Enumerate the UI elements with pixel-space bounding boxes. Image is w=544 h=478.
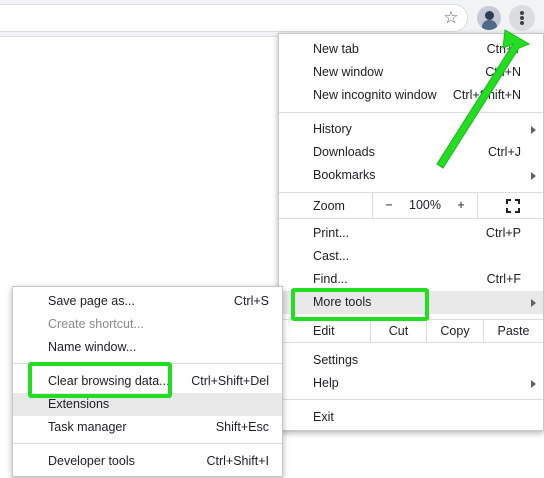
menu-item-label: Bookmarks <box>313 168 376 182</box>
submenu-separator <box>13 443 282 444</box>
submenu-item-developer-tools[interactable]: Developer tools Ctrl+Shift+I <box>13 450 282 473</box>
zoom-row: Zoom − 100% + <box>279 192 543 219</box>
menu-item-shortcut: Ctrl+N <box>485 65 521 79</box>
edit-row: Edit Cut Copy Paste <box>279 319 543 343</box>
menu-separator <box>279 112 543 113</box>
zoom-out-button[interactable]: − <box>373 193 405 218</box>
zoom-level: 100% <box>409 198 441 212</box>
submenu-item-name-window[interactable]: Name window... <box>13 336 282 359</box>
menu-item-label: Exit <box>313 410 334 424</box>
address-bar[interactable] <box>0 4 468 32</box>
menu-separator <box>279 399 543 400</box>
chrome-main-menu: New tab Ctrl+T New window Ctrl+N New inc… <box>278 33 544 431</box>
menu-item-label: Settings <box>313 353 359 367</box>
menu-item-bookmarks[interactable]: Bookmarks <box>279 164 543 187</box>
menu-item-label: Find... <box>313 272 348 286</box>
submenu-item-task-manager[interactable]: Task manager Shift+Esc <box>13 416 282 439</box>
submenu-item-shortcut: Ctrl+S <box>233 294 269 308</box>
submenu-item-save-page[interactable]: Save page as... Ctrl+S <box>13 290 282 313</box>
menu-item-label: Downloads <box>313 145 375 159</box>
menu-item-new-tab[interactable]: New tab Ctrl+T <box>279 38 543 61</box>
menu-item-shortcut: Ctrl+F <box>486 272 521 286</box>
bookmark-star-icon[interactable]: ☆ <box>440 7 462 29</box>
paste-button[interactable]: Paste <box>484 320 543 342</box>
menu-item-label: Help <box>313 376 339 390</box>
menu-item-shortcut: Ctrl+J <box>488 145 521 159</box>
submenu-arrow-icon <box>531 172 536 180</box>
menu-item-shortcut: Ctrl+Shift+N <box>452 88 521 102</box>
submenu-item-shortcut: Ctrl+Shift+Del <box>191 374 269 388</box>
customize-menu-button[interactable] <box>509 5 535 31</box>
submenu-item-label: Task manager <box>48 420 127 434</box>
profile-avatar[interactable] <box>477 6 501 30</box>
page-divider <box>0 36 290 37</box>
menu-item-label: New tab <box>313 42 359 56</box>
fullscreen-icon[interactable] <box>506 199 520 213</box>
menu-item-history[interactable]: History <box>279 118 543 141</box>
cut-button[interactable]: Cut <box>371 320 426 342</box>
menu-item-print[interactable]: Print... Ctrl+P <box>279 222 543 245</box>
menu-item-label: Cast... <box>313 249 350 263</box>
menu-item-label: History <box>313 122 352 136</box>
submenu-arrow-icon <box>531 380 536 388</box>
submenu-item-label: Save page as... <box>48 294 135 308</box>
menu-item-label: New window <box>313 65 384 79</box>
zoom-in-button[interactable]: + <box>445 193 477 218</box>
browser-toolbar: ☆ <box>0 0 544 36</box>
edit-label: Edit <box>313 324 335 338</box>
submenu-item-shortcut: Ctrl+Shift+I <box>206 454 269 468</box>
copy-button[interactable]: Copy <box>427 320 483 342</box>
highlight-more-tools <box>291 288 429 321</box>
submenu-arrow-icon <box>531 126 536 134</box>
submenu-item-label: Extensions <box>48 397 110 411</box>
zoom-label: Zoom <box>313 199 345 213</box>
highlight-clear-browsing-data <box>28 362 172 398</box>
menu-item-label: Print... <box>313 226 350 240</box>
menu-item-exit[interactable]: Exit <box>279 406 543 429</box>
submenu-item-shortcut: Shift+Esc <box>215 420 269 434</box>
menu-item-new-incognito-window[interactable]: New incognito window Ctrl+Shift+N <box>279 84 543 107</box>
submenu-item-label: Developer tools <box>48 454 135 468</box>
submenu-arrow-icon <box>531 299 536 307</box>
menu-item-label: New incognito window <box>313 88 437 102</box>
menu-item-settings[interactable]: Settings <box>279 349 543 372</box>
menu-item-help[interactable]: Help <box>279 372 543 395</box>
submenu-item-label: Name window... <box>48 340 137 354</box>
menu-item-shortcut: Ctrl+T <box>486 42 521 56</box>
submenu-item-create-shortcut: Create shortcut... <box>13 313 282 336</box>
menu-item-new-window[interactable]: New window Ctrl+N <box>279 61 543 84</box>
menu-item-shortcut: Ctrl+P <box>485 226 521 240</box>
submenu-item-label: Create shortcut... <box>48 317 144 331</box>
menu-item-cast[interactable]: Cast... <box>279 245 543 268</box>
menu-item-downloads[interactable]: Downloads Ctrl+J <box>279 141 543 164</box>
